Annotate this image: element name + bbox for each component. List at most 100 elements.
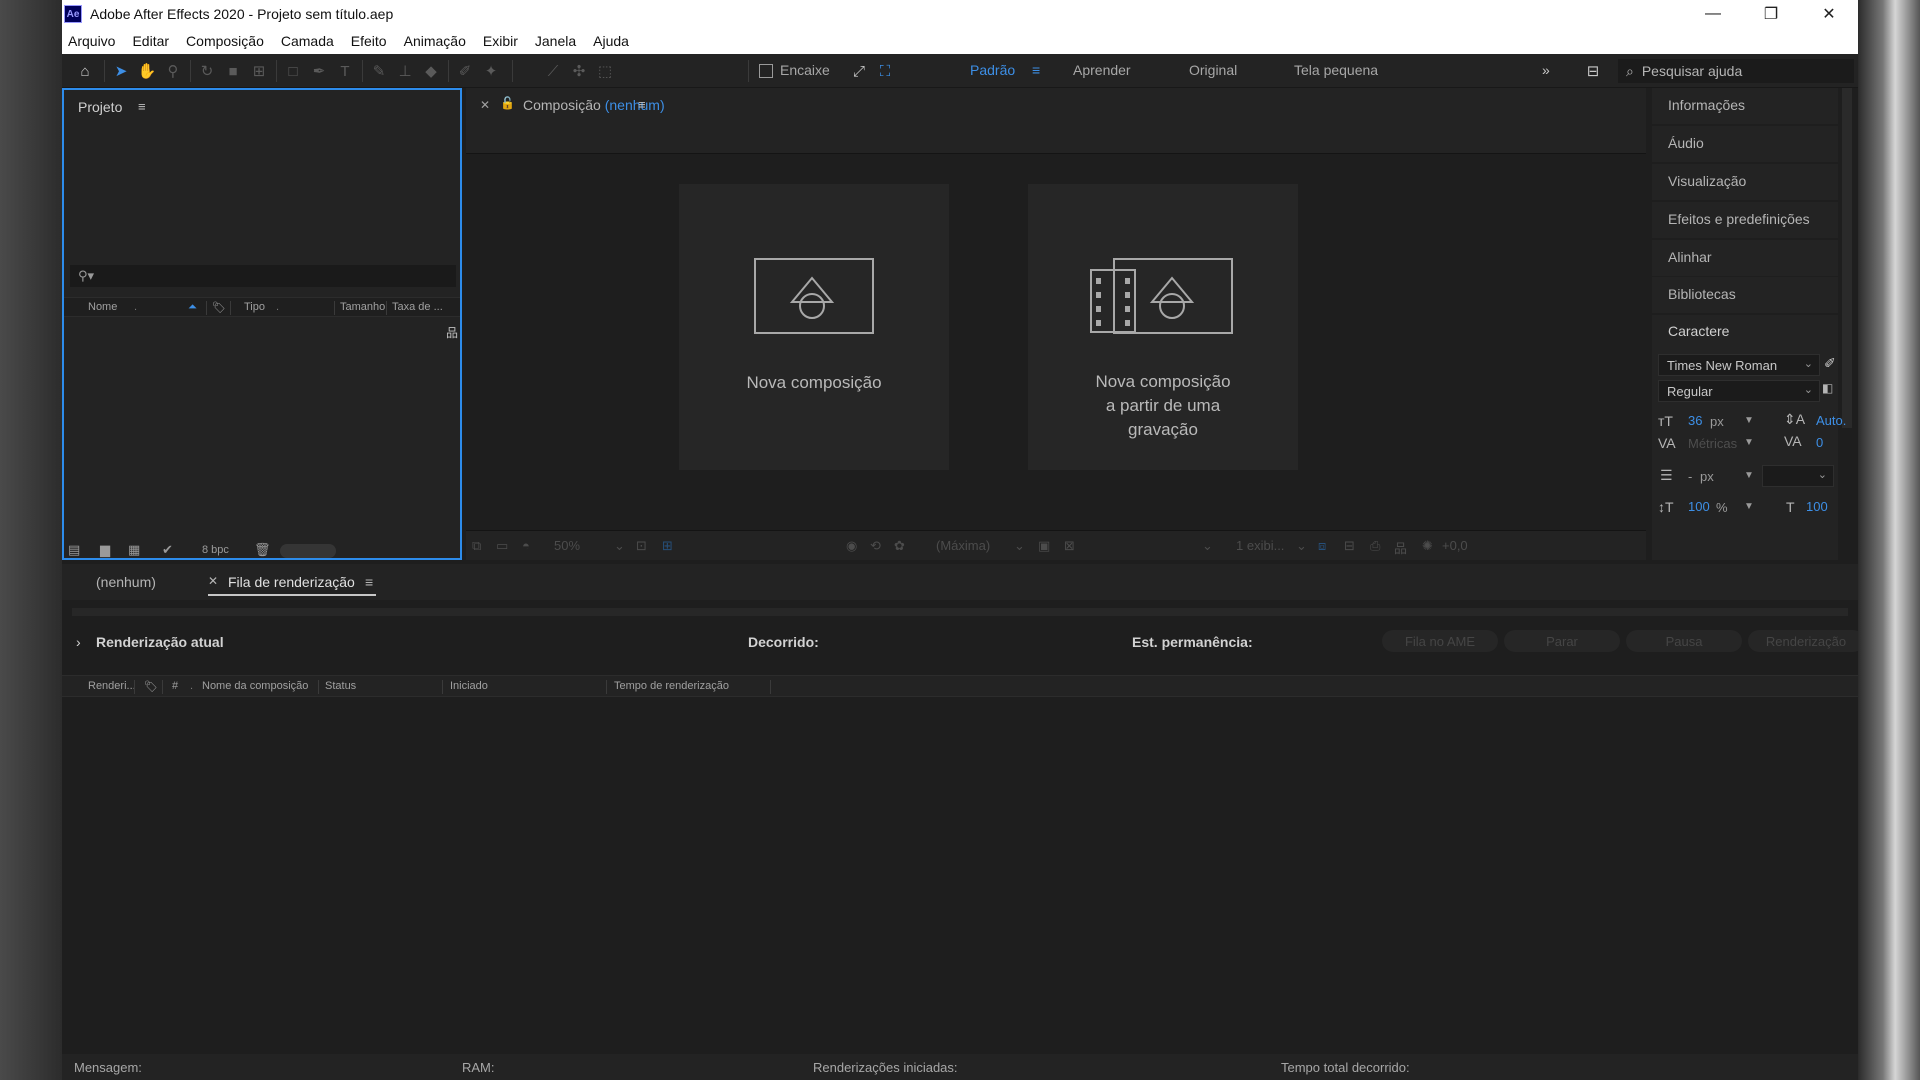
fit-icon[interactable]: ⊡ (636, 538, 647, 554)
menu-ajuda[interactable]: Ajuda (593, 33, 629, 49)
panel-bibliotecas[interactable]: Bibliotecas (1652, 277, 1838, 313)
grid-icon[interactable]: ⊞ (662, 538, 673, 554)
rotate-tool-icon[interactable]: ↻ (196, 60, 218, 82)
menu-efeito[interactable]: Efeito (351, 33, 387, 49)
maximize-button[interactable]: ❐ (1742, 0, 1800, 28)
project-horizontal-scrollbar[interactable] (280, 544, 336, 558)
vertical-scale-dropdown-arrow[interactable]: ▼ (1744, 501, 1754, 512)
network-icon[interactable]: 品 (1394, 538, 1407, 557)
workspace-aprender[interactable]: Aprender (1073, 62, 1131, 78)
panel-efeitos[interactable]: Efeitos e predefinições (1652, 202, 1838, 238)
minimize-button[interactable]: — (1684, 0, 1742, 28)
column-status[interactable]: Status (325, 680, 356, 692)
workspace-original[interactable]: Original (1189, 62, 1237, 78)
view-axis-icon[interactable]: ⬚ (594, 60, 616, 82)
color-channel-icon[interactable]: ✿ (894, 538, 905, 554)
timeline-icon[interactable]: ⊟ (1344, 538, 1355, 554)
world-axis-icon[interactable]: ✣ (568, 60, 590, 82)
new-composition-card[interactable]: Nova composição (679, 184, 949, 470)
render-queue-menu-icon[interactable]: ≡ (365, 574, 373, 590)
column-frame-rate[interactable]: Taxa de ... (392, 301, 443, 313)
new-folder-icon[interactable]: ▆ (100, 542, 110, 558)
help-search-input[interactable]: Pesquisar ajuda (1642, 63, 1742, 79)
menu-janela[interactable]: Janela (535, 33, 576, 49)
new-composition-icon[interactable]: ▦ (128, 542, 140, 558)
magnification-dropdown[interactable]: 50% (554, 538, 580, 553)
expand-chevron-icon[interactable]: › (76, 634, 81, 650)
puppet-pin-tool-icon[interactable]: ✦ (480, 60, 502, 82)
label-tag-icon[interactable]: 🏷 (212, 301, 226, 314)
panel-audio[interactable]: Áudio (1652, 126, 1838, 162)
region-of-interest-icon[interactable]: ▣ (1038, 538, 1050, 554)
font-size-dropdown-arrow[interactable]: ▼ (1744, 415, 1754, 426)
project-panel-menu-icon[interactable]: ≡ (138, 99, 146, 114)
tab-render-queue[interactable]: Fila de renderização (228, 574, 355, 590)
vertical-scale-value[interactable]: 100 (1688, 499, 1710, 514)
label-tag-icon[interactable]: 🏷 (144, 680, 158, 693)
column-comp-name[interactable]: Nome da composição (202, 680, 308, 692)
always-preview-icon[interactable]: ⧉ (472, 538, 481, 554)
snapshot-icon[interactable]: ◉ (846, 538, 857, 554)
views-dropdown[interactable]: 1 exibi... (1236, 538, 1284, 553)
leading-value[interactable]: Auto. (1816, 413, 1846, 428)
tab-timeline-none[interactable]: (nenhum) (96, 574, 156, 590)
stop-button[interactable]: Parar (1504, 630, 1620, 652)
resolution-dropdown[interactable]: (Máxima) (936, 538, 990, 553)
tracking-value[interactable]: 0 (1816, 435, 1823, 450)
project-search-input[interactable]: ⚲▾ (70, 265, 456, 287)
flowchart-icon[interactable]: 品 (446, 324, 458, 341)
snap-target-icon[interactable]: ⛶ (874, 60, 896, 82)
exposure-value[interactable]: +0,0 (1442, 538, 1468, 553)
show-snapshot-icon[interactable]: ⟲ (870, 538, 881, 554)
column-resize-handle[interactable]: . (134, 301, 137, 313)
sync-settings-icon[interactable]: ⊟ (1582, 60, 1604, 82)
selection-tool-icon[interactable]: ➤ (110, 60, 132, 82)
panel-alinhar[interactable]: Alinhar (1652, 240, 1838, 276)
stroke-width-dropdown-arrow[interactable]: ▼ (1744, 470, 1754, 481)
exposure-icon[interactable]: ✺ (1422, 538, 1433, 554)
camera-tool-icon[interactable]: ■ (222, 60, 244, 82)
zoom-tool-icon[interactable]: ⚲ (162, 60, 184, 82)
column-resize-handle[interactable]: . (276, 301, 279, 313)
roto-brush-tool-icon[interactable]: ✐ (454, 60, 476, 82)
fast-previews-icon[interactable]: ⧈ (1318, 538, 1326, 554)
brush-tool-icon[interactable]: ✎ (368, 60, 390, 82)
hand-tool-icon[interactable]: ✋ (136, 60, 158, 82)
horizontal-scale-value[interactable]: 100 (1806, 499, 1828, 514)
project-panel-title[interactable]: Projeto (78, 99, 122, 115)
help-search[interactable]: ⌕ Pesquisar ajuda (1618, 59, 1854, 83)
stroke-style-dropdown[interactable]: ⌄ (1762, 465, 1834, 487)
clone-stamp-tool-icon[interactable]: ⊥ (394, 60, 416, 82)
column-number[interactable]: # (172, 680, 178, 692)
queue-in-ame-button[interactable]: Fila no AME (1382, 630, 1498, 652)
workspace-menu-icon[interactable]: ≡ (1032, 62, 1040, 78)
snap-checkbox[interactable] (759, 64, 773, 78)
lock-icon[interactable]: 🔓 (500, 96, 515, 110)
column-name[interactable]: Nome (88, 301, 117, 313)
render-tab-close-icon[interactable]: ✕ (208, 574, 218, 588)
comp-flowchart-icon[interactable]: ⎙ (1370, 538, 1380, 554)
font-size-value[interactable]: 36 (1688, 413, 1702, 428)
bit-depth-button[interactable]: 8 bpc (202, 544, 229, 556)
font-family-dropdown[interactable]: Times New Roman ⌄ (1658, 354, 1820, 376)
eraser-tool-icon[interactable]: ◆ (420, 60, 442, 82)
column-size[interactable]: Tamanho (340, 301, 385, 313)
display-icon[interactable]: ▭ (496, 538, 508, 554)
pen-tool-icon[interactable]: ✒ (308, 60, 330, 82)
workspace-tela-pequena[interactable]: Tela pequena (1294, 62, 1378, 78)
local-axis-icon[interactable]: ⟋ (542, 60, 564, 82)
column-render[interactable]: Renderi... (88, 680, 136, 692)
render-button[interactable]: Renderização (1748, 630, 1858, 652)
home-icon[interactable]: ⌂ (74, 60, 96, 82)
pause-button[interactable]: Pausa (1626, 630, 1742, 652)
menu-editar[interactable]: Editar (132, 33, 169, 49)
black-white-swatch-icon[interactable]: ◧ (1822, 381, 1833, 395)
interpret-footage-icon[interactable]: ▤ (68, 542, 80, 558)
pan-behind-tool-icon[interactable]: ⊞ (248, 60, 270, 82)
sort-ascending-icon[interactable]: ⏶ (188, 301, 197, 314)
workspace-overflow-icon[interactable]: » (1542, 62, 1550, 78)
new-composition-from-footage-card[interactable]: Nova composição a partir de uma gravação (1028, 184, 1298, 470)
menu-composicao[interactable]: Composição (186, 33, 264, 49)
font-style-dropdown[interactable]: Regular ⌄ (1658, 380, 1820, 402)
trash-icon[interactable]: 🗑 (254, 542, 271, 558)
